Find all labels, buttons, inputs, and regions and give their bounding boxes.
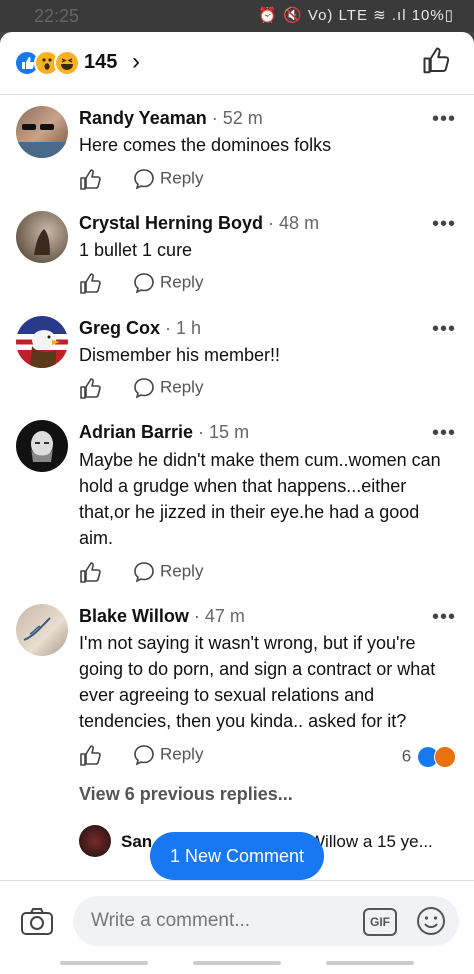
status-time: 22:25 (34, 6, 80, 26)
like-icon[interactable] (79, 561, 103, 590)
comment-author[interactable]: Crystal Herning Boyd · 48 m (79, 213, 319, 234)
reply-button[interactable]: Reply (133, 168, 203, 190)
comment-text: Maybe he didn't make them cum..women can… (79, 450, 441, 548)
reply-snippet: Willow a 15 ye... (309, 832, 433, 851)
status-icons: ⏰ 🔇 Vo) LTE ≋ .ıl 10%▯ (258, 7, 454, 24)
avatar[interactable] (16, 604, 68, 656)
reply-button[interactable]: Reply (133, 377, 203, 399)
reply-bubble-icon (134, 169, 154, 190)
comment-author[interactable]: Adrian Barrie · 15 m (79, 422, 249, 443)
like-icon[interactable] (79, 272, 103, 301)
comment-time: 15 m (209, 422, 250, 442)
comment-time: 48 m (279, 213, 320, 233)
system-nav-bar (0, 952, 474, 974)
like-icon[interactable] (79, 377, 103, 406)
reply-button[interactable]: Reply (133, 561, 203, 583)
avatar[interactable] (16, 211, 68, 263)
comment-time: 52 m (222, 108, 263, 128)
sticker-icon[interactable] (416, 906, 446, 941)
avatar[interactable] (16, 316, 68, 368)
haha-reaction-icon (54, 50, 80, 76)
like-icon[interactable] (79, 744, 103, 773)
comment-time: 47 m (204, 606, 245, 626)
comment-reactions[interactable]: 6 (402, 746, 456, 768)
more-options-icon[interactable]: ••• (432, 422, 456, 445)
reply-button[interactable]: Reply (133, 272, 203, 294)
reaction-count: 145 (84, 51, 118, 73)
chevron-right-icon[interactable]: › (132, 48, 140, 76)
gif-button[interactable]: GIF (363, 908, 397, 936)
comment-text: Dismember his member!! (79, 345, 281, 365)
comment-author[interactable]: Greg Cox · 1 h (79, 318, 201, 339)
more-options-icon[interactable]: ••• (432, 108, 456, 131)
comment-reaction-count: 6 (401, 746, 412, 766)
reply-bubble-icon (134, 562, 154, 583)
more-options-icon[interactable]: ••• (432, 213, 456, 236)
like-icon[interactable] (422, 46, 452, 81)
comment-text: 1 bullet 1 cure (79, 240, 193, 260)
like-icon[interactable] (79, 168, 103, 197)
comment-placeholder: Write a comment... (91, 910, 251, 931)
avatar (79, 825, 111, 857)
nav-indicator[interactable] (193, 961, 281, 965)
reply-button[interactable]: Reply (133, 744, 203, 766)
reply-bubble-icon (134, 378, 154, 399)
camera-icon[interactable] (20, 906, 54, 941)
reactions-bar[interactable]: 145 › (0, 32, 474, 95)
comments-sheet: 145 › Randy Yeaman · 52 m ••• Here comes… (0, 32, 474, 974)
more-options-icon[interactable]: ••• (432, 318, 456, 341)
comment-author[interactable]: Randy Yeaman · 52 m (79, 108, 263, 129)
status-bar: 22:25 ⏰ 🔇 Vo) LTE ≋ .ıl 10%▯ (0, 0, 474, 32)
angry-reaction-icon (434, 746, 456, 768)
comment-text: Here comes the dominoes folks (79, 135, 332, 155)
view-previous-replies[interactable]: View 6 previous replies... (79, 784, 293, 805)
comment-text: I'm not saying it wasn't wrong, but if y… (79, 633, 436, 731)
reply-bubble-icon (134, 745, 154, 766)
reply-bubble-icon (134, 273, 154, 294)
avatar[interactable] (16, 420, 68, 472)
nav-indicator[interactable] (326, 961, 414, 965)
avatar[interactable] (16, 106, 68, 158)
comment-time: 1 h (176, 318, 202, 338)
more-options-icon[interactable]: ••• (432, 606, 456, 629)
comment-composer: Write a comment... GIF (0, 890, 474, 952)
new-comment-button[interactable]: 1 New Comment (150, 832, 324, 880)
comment-author[interactable]: Blake Willow · 47 m (79, 606, 245, 627)
nav-indicator[interactable] (60, 961, 148, 965)
reply-author: San (121, 832, 153, 851)
comment-input[interactable]: Write a comment... GIF (73, 896, 459, 946)
